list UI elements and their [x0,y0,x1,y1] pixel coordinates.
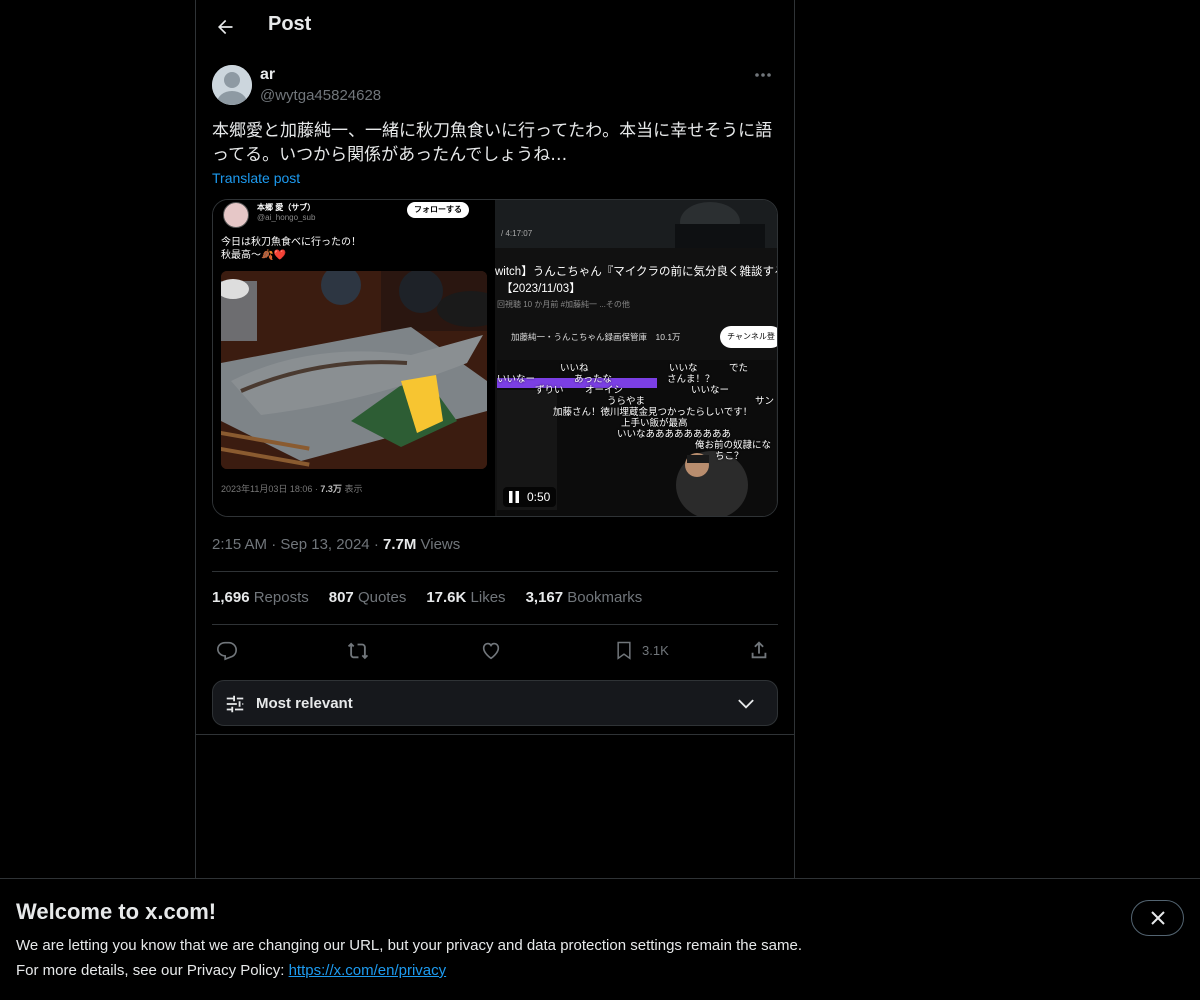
back-button[interactable] [208,10,242,44]
arrow-left-icon [218,19,233,35]
embedded-meta: 2023年11月03日 18:06 · 7.3万 表示 [221,482,362,495]
post-actions: 3.1K [212,636,778,664]
post-time[interactable]: 2:15 AM [212,536,267,553]
divider [212,624,778,625]
bookmark-button[interactable]: 3.1K [614,636,669,664]
more-options-button[interactable] [748,64,778,86]
page-header: Post [196,0,794,54]
likes-stat[interactable]: 17.6K Likes [426,589,505,606]
privacy-policy-link[interactable]: https://x.com/en/privacy [289,962,447,979]
video-thumbnail-top [495,200,777,248]
page-title: Post [268,13,312,35]
url-change-banner: Welcome to x.com! We are letting you kno… [0,878,1200,1000]
embedded-views-suffix: 表示 [344,484,363,494]
separator: · [271,536,277,553]
quotes-label: Quotes [357,589,407,606]
banner-title: Welcome to x.com! [16,899,217,924]
video-top-time: / 4:17:07 [501,229,533,238]
quotes-count: 807 [328,589,354,606]
video-comment: サン [755,396,775,407]
chevron-down-icon [738,699,754,709]
video-channel: 加藤純一・うんこちゃん録画保管庫 10.1万 [511,332,681,342]
reply-sort-dropdown[interactable]: Most relevant [212,680,778,726]
avatar[interactable] [212,65,252,105]
like-button[interactable] [480,636,502,664]
reposts-stat[interactable]: 1,696 Reposts [212,589,309,606]
post-author: ar @wytga45824628 [212,64,778,108]
more-horizontal-icon [755,73,771,77]
banner-privacy-line: For more details, see our Privacy Policy… [16,962,446,979]
quotes-stat[interactable]: 807 Quotes [329,589,407,606]
reply-icon [217,641,237,661]
video-play-pause-chip[interactable]: 0:50 [503,487,557,507]
media-video[interactable]: / 4:17:07 witch】うんこちゃん『マイクラの前に気分良く雑談する 【… [495,200,777,516]
reply-button[interactable] [216,636,238,664]
video-comment: いいなー [691,385,730,396]
views-label: Views [420,536,461,553]
embedded-handle: @ai_hongo_sub [257,213,316,222]
video-title-line2: 【2023/11/03】 [501,283,581,295]
media-image-screenshot[interactable]: 本郷 愛（サブ） @ai_hongo_sub フォローする 今日は秋刀魚食べに行… [213,200,495,516]
video-comment: いいなー [497,374,536,385]
divider [212,571,778,572]
close-icon [1150,911,1165,925]
bookmark-count: 3.1K [642,642,669,658]
bookmarks-count: 3,167 [525,589,564,606]
video-comment: ずりい [535,385,564,396]
share-icon [751,641,767,659]
video-comment: ちこ？ [715,451,744,462]
embedded-views: 7.3万 [320,484,342,494]
post-text: 本郷愛と加藤純一、一緒に秋刀魚食いに行ってたわ。本当に幸せそうに語ってる。いつか… [212,121,773,165]
sort-label: Most relevant [256,695,353,712]
banner-privacy-prefix: For more details, see our Privacy Policy… [16,962,289,979]
share-button[interactable] [748,636,770,664]
views-count: 7.7M [382,536,417,553]
reposts-label: Reposts [253,589,309,606]
bookmarks-stat[interactable]: 3,167 Bookmarks [526,589,643,606]
banner-close-button[interactable] [1131,900,1184,936]
separator: · [373,536,379,553]
main-column: Post ar @wytga45824628 本郷愛と加藤純一、一緒に秋刀魚食い… [195,0,795,878]
banner-message: We are letting you know that we are chan… [16,937,802,954]
video-subscribe-button: チャンネル登 [720,326,777,348]
pause-icon [509,491,519,503]
embedded-avatar [223,202,249,228]
author-handle[interactable]: @wytga45824628 [260,87,381,104]
author-display-name[interactable]: ar [260,66,275,84]
heart-icon [482,642,500,660]
video-comment: でた [729,363,749,374]
embedded-date: 2023年11月03日 18:06 · [221,484,318,494]
repost-button[interactable] [346,636,370,664]
translate-post-link[interactable]: Translate post [212,170,300,186]
likes-label: Likes [470,589,506,606]
likes-count: 17.6K [426,589,467,606]
bookmark-icon [617,641,631,660]
divider [196,734,794,735]
embedded-text-line2: 秋最高〜🍂❤️ [221,250,286,261]
post-timestamp-row: 2:15 AM · Sep 13, 2024 · 7.7M Views [212,536,460,553]
sliders-icon [226,695,244,713]
video-title-line1: witch】うんこちゃん『マイクラの前に気分良く雑談する [495,266,778,278]
video-subtitle: 回視聴 10 か月前 #加藤純一 ...その他 [497,300,630,309]
embedded-follow-button: フォローする [407,202,469,218]
repost-icon [347,642,369,660]
post-stats: 1,696 Reposts 807 Quotes 17.6K Likes 3,1… [212,589,642,606]
video-time: 0:50 [527,490,551,504]
post-date[interactable]: Sep 13, 2024 [280,536,369,553]
default-avatar-icon [212,65,252,105]
bookmarks-label: Bookmarks [567,589,643,606]
media-grid: 本郷 愛（サブ） @ai_hongo_sub フォローする 今日は秋刀魚食べに行… [212,199,778,517]
fish-photo [221,271,487,469]
embedded-name: 本郷 愛（サブ） [257,203,316,212]
reposts-count: 1,696 [212,589,250,606]
